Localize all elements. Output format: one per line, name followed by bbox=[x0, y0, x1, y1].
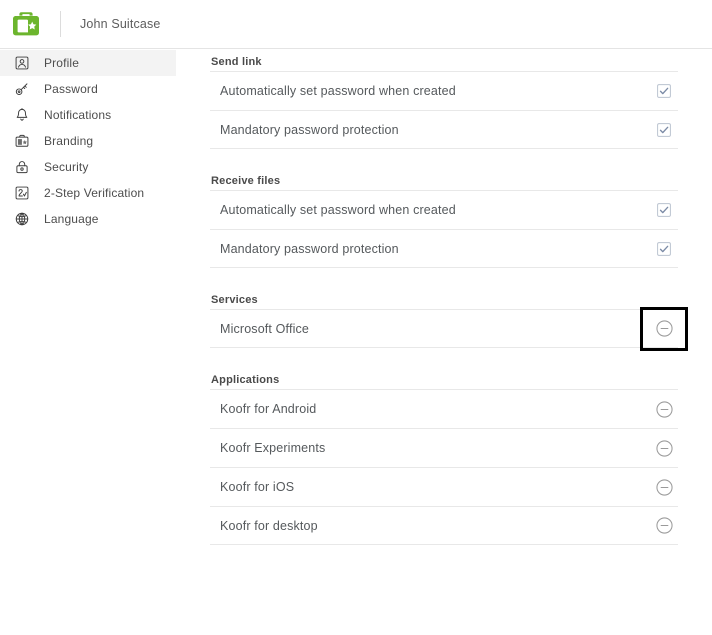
settings-row: Mandatory password protection bbox=[210, 229, 678, 268]
settings-row-label: Microsoft Office bbox=[220, 321, 309, 336]
remove-minus-circle-icon bbox=[655, 517, 673, 534]
bell-icon bbox=[16, 108, 28, 121]
settings-row: Mandatory password protection bbox=[210, 110, 678, 149]
suitcase-star-icon bbox=[15, 134, 29, 147]
sidebar-item-2-step-verification[interactable]: 2-Step Verification bbox=[0, 180, 176, 206]
account-name: John Suitcase bbox=[80, 17, 161, 31]
section-receive-files: Receive files Automatically set password … bbox=[210, 169, 678, 268]
remove-minus-circle-icon bbox=[655, 478, 673, 496]
settings-row-label: Koofr for desktop bbox=[220, 518, 318, 533]
settings-row-label: Mandatory password protection bbox=[220, 122, 399, 137]
settings-row-label: Koofr Experiments bbox=[220, 441, 326, 455]
user-badge-icon bbox=[15, 56, 29, 70]
settings-row-label: Koofr for Android bbox=[220, 402, 317, 416]
settings-content: Send link Automatically set password when… bbox=[210, 50, 678, 545]
settings-row-label: Mandatory password protection bbox=[220, 241, 399, 256]
lock-icon bbox=[16, 161, 28, 174]
remove-minus-circle-icon bbox=[655, 439, 673, 457]
remove-button[interactable] bbox=[650, 315, 678, 343]
key-icon bbox=[15, 83, 28, 95]
settings-row: Automatically set password when created bbox=[210, 190, 678, 229]
settings-row: Koofr for iOS bbox=[210, 467, 678, 506]
settings-row-label: Automatically set password when created bbox=[220, 84, 456, 98]
settings-sidebar: Profile Password Notifications Branding Secu… bbox=[0, 50, 180, 232]
settings-row-label: Automatically set password when created bbox=[220, 203, 456, 217]
settings-checkbox[interactable] bbox=[650, 196, 678, 224]
globe-icon bbox=[15, 212, 29, 226]
remove-button[interactable] bbox=[650, 512, 678, 540]
sidebar-item-label: Password bbox=[44, 82, 98, 96]
sidebar-item-label: Profile bbox=[44, 56, 80, 70]
remove-minus-circle-icon bbox=[655, 400, 673, 418]
sidebar-item-label: Branding bbox=[44, 134, 94, 148]
sidebar-item-language[interactable]: Language bbox=[0, 206, 176, 232]
sidebar-item-label: 2-Step Verification bbox=[44, 186, 145, 200]
remove-minus-circle-icon bbox=[655, 320, 673, 337]
app-header: John Suitcase bbox=[0, 0, 712, 49]
sidebar-item-password[interactable]: Password bbox=[0, 76, 176, 102]
sidebar-item-notifications[interactable]: Notifications bbox=[0, 102, 176, 128]
section-services: Services Microsoft Office bbox=[210, 288, 678, 348]
remove-button[interactable] bbox=[650, 395, 678, 423]
section-title: Receive files bbox=[211, 175, 281, 187]
settings-row: Koofr Experiments bbox=[210, 428, 678, 467]
settings-row-label: Koofr for iOS bbox=[220, 480, 295, 494]
sidebar-item-profile[interactable]: Profile bbox=[0, 50, 176, 76]
header-divider bbox=[60, 11, 61, 37]
settings-checkbox[interactable] bbox=[650, 77, 678, 105]
section-title: Services bbox=[211, 294, 258, 306]
section-send-link: Send link Automatically set password when… bbox=[210, 50, 678, 149]
checkbox-checked-icon bbox=[657, 84, 671, 98]
remove-button[interactable] bbox=[650, 434, 678, 462]
section-applications: Applications Koofr for Android Koofr Exper… bbox=[210, 368, 678, 545]
sidebar-item-security[interactable]: Security bbox=[0, 154, 176, 180]
settings-row: Automatically set password when created bbox=[210, 71, 678, 110]
settings-row: Koofr for desktop bbox=[210, 506, 678, 545]
settings-checkbox[interactable] bbox=[650, 235, 678, 263]
koofr-suitcase-logo-icon[interactable] bbox=[9, 7, 43, 41]
remove-button[interactable] bbox=[650, 473, 678, 501]
section-title: Send link bbox=[211, 56, 262, 68]
sidebar-item-label: Security bbox=[44, 160, 89, 174]
sidebar-item-label: Notifications bbox=[44, 108, 112, 122]
settings-row: Microsoft Office bbox=[210, 309, 678, 348]
sidebar-item-branding[interactable]: Branding bbox=[0, 128, 176, 154]
checkbox-checked-icon bbox=[657, 203, 671, 217]
two-step-icon bbox=[15, 186, 29, 200]
sidebar-item-label: Language bbox=[44, 212, 99, 226]
checkbox-checked-icon bbox=[657, 122, 671, 137]
settings-row: Koofr for Android bbox=[210, 389, 678, 428]
section-title: Applications bbox=[211, 374, 280, 386]
settings-checkbox[interactable] bbox=[650, 116, 678, 144]
checkbox-checked-icon bbox=[657, 241, 671, 256]
